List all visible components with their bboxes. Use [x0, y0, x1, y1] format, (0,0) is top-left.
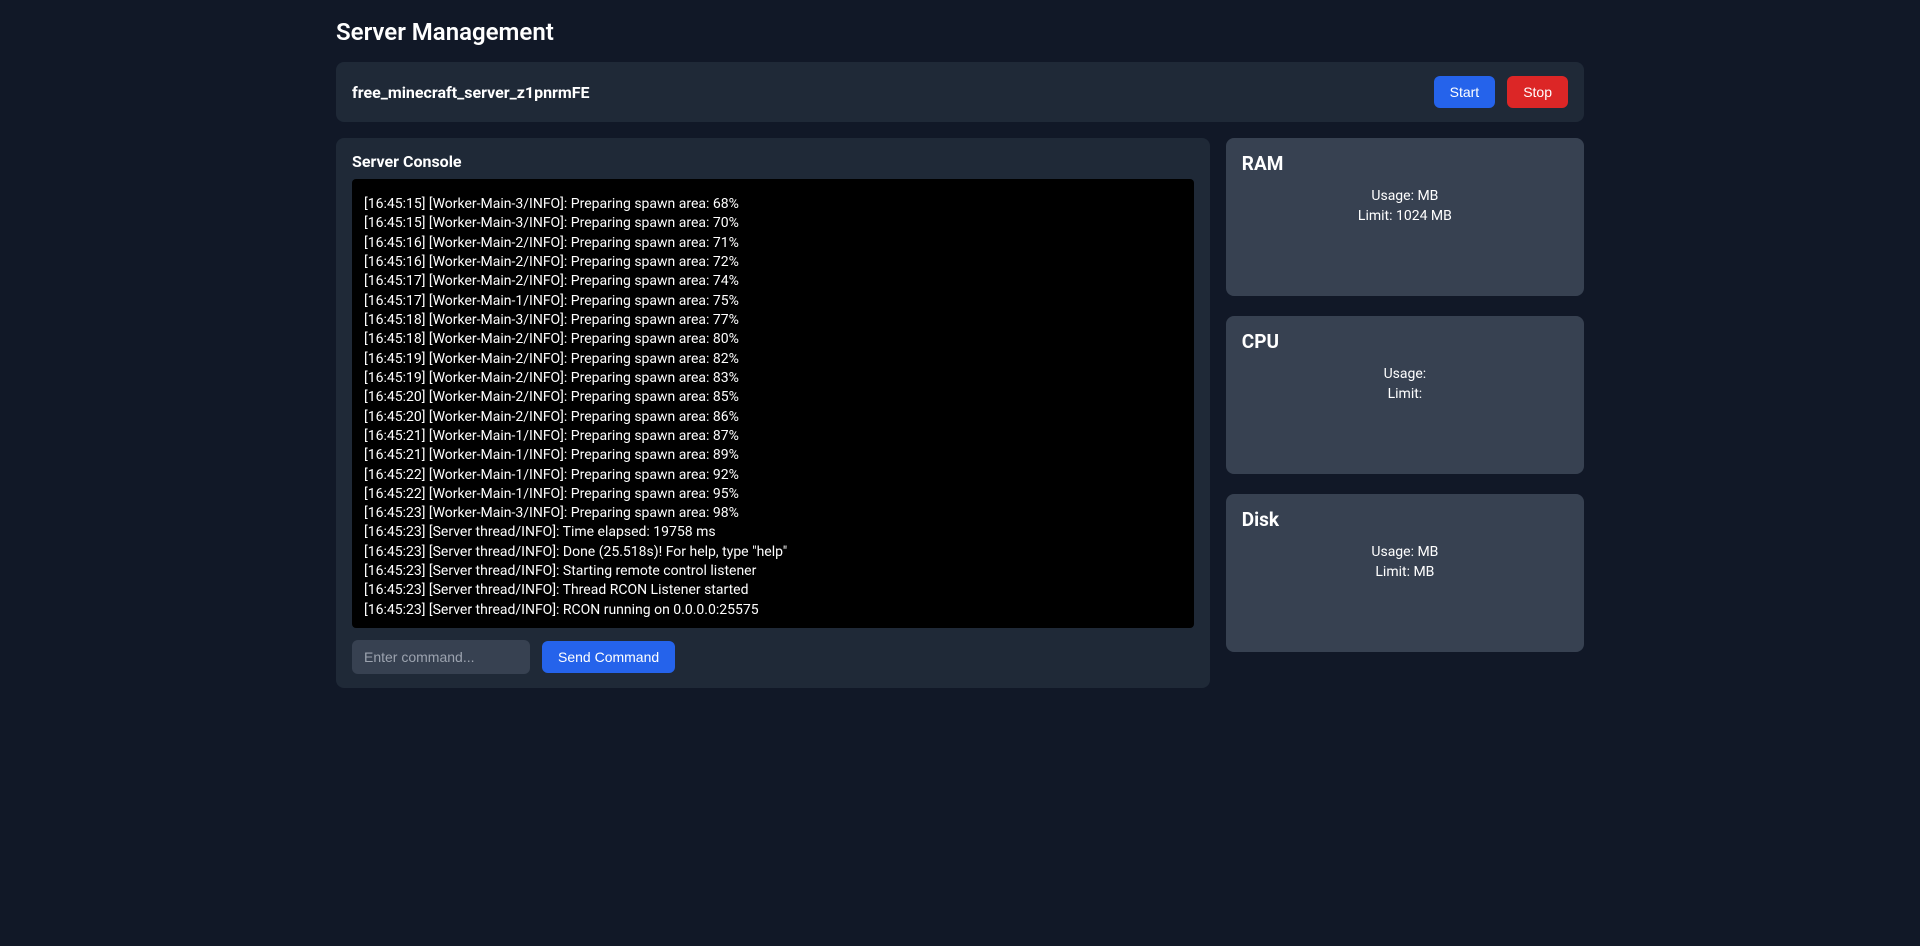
cpu-limit: Limit:	[1242, 385, 1568, 405]
ram-usage: Usage: MB	[1242, 187, 1568, 207]
console-line: [16:45:20] [Worker-Main-2/INFO]: Prepari…	[364, 408, 1182, 427]
command-input[interactable]	[352, 640, 530, 674]
console-line: [16:45:22] [Worker-Main-1/INFO]: Prepari…	[364, 485, 1182, 504]
ram-title: RAM	[1242, 152, 1568, 175]
ram-limit: Limit: 1024 MB	[1242, 207, 1568, 227]
console-line: [16:45:21] [Worker-Main-1/INFO]: Prepari…	[364, 427, 1182, 446]
console-line: [16:45:16] [Worker-Main-2/INFO]: Prepari…	[364, 234, 1182, 253]
cpu-card: CPU Usage: Limit:	[1226, 316, 1584, 474]
cpu-title: CPU	[1242, 330, 1568, 353]
console-line: [16:45:23] [Server thread/INFO]: Time el…	[364, 523, 1182, 542]
console-line: [16:45:20] [Worker-Main-2/INFO]: Prepari…	[364, 388, 1182, 407]
console-title: Server Console	[352, 152, 1194, 171]
ram-card: RAM Usage: MB Limit: 1024 MB	[1226, 138, 1584, 296]
page-title: Server Management	[336, 18, 1584, 46]
console-line: [16:45:18] [Worker-Main-2/INFO]: Prepari…	[364, 330, 1182, 349]
console-line: [16:45:17] [Worker-Main-2/INFO]: Prepari…	[364, 272, 1182, 291]
console-line: [16:45:23] [Worker-Main-3/INFO]: Prepari…	[364, 504, 1182, 523]
cpu-usage: Usage:	[1242, 365, 1568, 385]
console-line: [16:45:16] [Worker-Main-2/INFO]: Prepari…	[364, 253, 1182, 272]
console-line: [16:45:23] [Server thread/INFO]: Done (2…	[364, 543, 1182, 562]
console-line: [16:45:18] [Worker-Main-3/INFO]: Prepari…	[364, 311, 1182, 330]
console-card: Server Console [16:45:15] [Worker-Main-3…	[336, 138, 1210, 688]
console-line: [16:45:19] [Worker-Main-2/INFO]: Prepari…	[364, 350, 1182, 369]
console-line: [16:45:23] [Server thread/INFO]: RCON ru…	[364, 601, 1182, 620]
start-button[interactable]: Start	[1434, 76, 1496, 108]
stop-button[interactable]: Stop	[1507, 76, 1568, 108]
console-line: [16:45:21] [Worker-Main-1/INFO]: Prepari…	[364, 446, 1182, 465]
disk-usage: Usage: MB	[1242, 543, 1568, 563]
console-line: [16:45:23] [Server thread/INFO]: Thread …	[364, 581, 1182, 600]
server-name: free_minecraft_server_z1pnrmFE	[352, 83, 590, 102]
console-line: [16:45:15] [Worker-Main-3/INFO]: Prepari…	[364, 195, 1182, 214]
server-header-card: free_minecraft_server_z1pnrmFE Start Sto…	[336, 62, 1584, 122]
disk-card: Disk Usage: MB Limit: MB	[1226, 494, 1584, 652]
console-line: [16:45:22] [Worker-Main-1/INFO]: Prepari…	[364, 466, 1182, 485]
disk-title: Disk	[1242, 508, 1568, 531]
console-line: [16:45:17] [Worker-Main-1/INFO]: Prepari…	[364, 292, 1182, 311]
console-line: [16:45:19] [Worker-Main-2/INFO]: Prepari…	[364, 369, 1182, 388]
console-line: [16:45:23] [Server thread/INFO]: Startin…	[364, 562, 1182, 581]
console-output[interactable]: [16:45:15] [Worker-Main-3/INFO]: Prepari…	[352, 179, 1194, 628]
disk-limit: Limit: MB	[1242, 563, 1568, 583]
console-line: [16:45:15] [Worker-Main-3/INFO]: Prepari…	[364, 214, 1182, 233]
send-command-button[interactable]: Send Command	[542, 641, 675, 673]
